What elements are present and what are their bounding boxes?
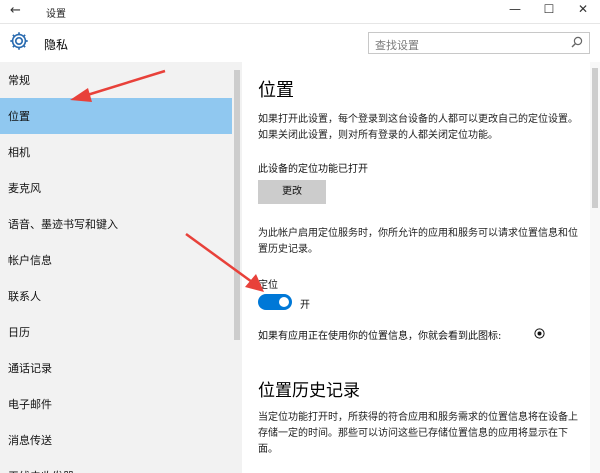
sidebar-item[interactable]: 无线电收发器 <box>0 458 232 473</box>
content-scrollbar-thumb[interactable] <box>592 68 598 208</box>
page-header: 隐私 查找设置 <box>0 24 600 62</box>
location-in-use-icon <box>534 328 545 339</box>
sidebar-item[interactable]: 常规 <box>0 62 232 98</box>
minimize-button[interactable]: — <box>502 2 528 16</box>
sidebar-item-label: 日历 <box>8 326 30 339</box>
location-toggle[interactable] <box>258 294 292 310</box>
sidebar-item[interactable]: 帐户信息 <box>0 242 232 278</box>
close-button[interactable]: ✕ <box>570 2 596 16</box>
device-status-text: 此设备的定位功能已打开 <box>258 164 368 175</box>
sidebar-item-label: 位置 <box>8 110 30 123</box>
sidebar-item-label: 麦克风 <box>8 182 41 195</box>
back-arrow-icon[interactable]: ← <box>10 3 21 18</box>
sidebar-item[interactable]: 语音、墨迹书写和键入 <box>0 206 232 242</box>
history-description: 当定位功能打开时，所获得的符合应用和服务需求的位置信息将在设备上存储一定的时间。… <box>258 412 578 455</box>
toggle-state-label: 开 <box>300 300 310 311</box>
title-bar: ← 设置 — ☐ ✕ <box>0 0 600 24</box>
sidebar-item-label: 语音、墨迹书写和键入 <box>8 218 118 231</box>
sidebar-item-label: 帐户信息 <box>8 254 52 267</box>
intro-text: 如果打开此设置，每个登录到这台设备的人都可以更改自己的定位设置。如果关闭此设置，… <box>258 114 578 141</box>
maximize-button[interactable]: ☐ <box>536 2 562 16</box>
gear-icon <box>10 32 28 50</box>
page-title: 隐私 <box>44 38 69 52</box>
sidebar-item[interactable]: 通话记录 <box>0 350 232 386</box>
window-title: 设置 <box>46 9 66 20</box>
section-title-location: 位置 <box>258 80 294 101</box>
section-title-location-history: 位置历史记录 <box>258 381 360 401</box>
sidebar-item-label: 通话记录 <box>8 362 52 375</box>
sidebar-item[interactable]: 联系人 <box>0 278 232 314</box>
sidebar-item[interactable]: 电子邮件 <box>0 386 232 422</box>
sidebar-item-label: 常规 <box>8 74 30 87</box>
sidebar-item-label: 联系人 <box>8 290 41 303</box>
sidebar-item[interactable]: 位置 <box>0 98 232 134</box>
change-button[interactable]: 更改 <box>258 180 326 204</box>
search-icon[interactable] <box>570 35 584 49</box>
search-input[interactable]: 查找设置 <box>368 32 590 54</box>
sidebar-item[interactable]: 麦克风 <box>0 170 232 206</box>
location-toggle-label: 定位 <box>258 280 278 291</box>
sidebar-item[interactable]: 消息传送 <box>0 422 232 458</box>
sidebar-item-label: 相机 <box>8 146 30 159</box>
sidebar-item-label: 消息传送 <box>8 434 52 447</box>
sidebar-scrollbar-thumb[interactable] <box>234 70 240 340</box>
sidebar-item[interactable]: 相机 <box>0 134 232 170</box>
icon-note-text: 如果有应用正在使用你的位置信息，你就会看到此图标: <box>258 331 502 342</box>
sidebar-item[interactable]: 日历 <box>0 314 232 350</box>
toggle-knob <box>279 297 289 307</box>
account-description: 为此帐户启用定位服务时，你所允许的应用和服务可以请求位置信息和位置历史记录。 <box>258 228 578 255</box>
search-placeholder: 查找设置 <box>375 39 419 52</box>
sidebar-item-label: 电子邮件 <box>8 398 52 411</box>
